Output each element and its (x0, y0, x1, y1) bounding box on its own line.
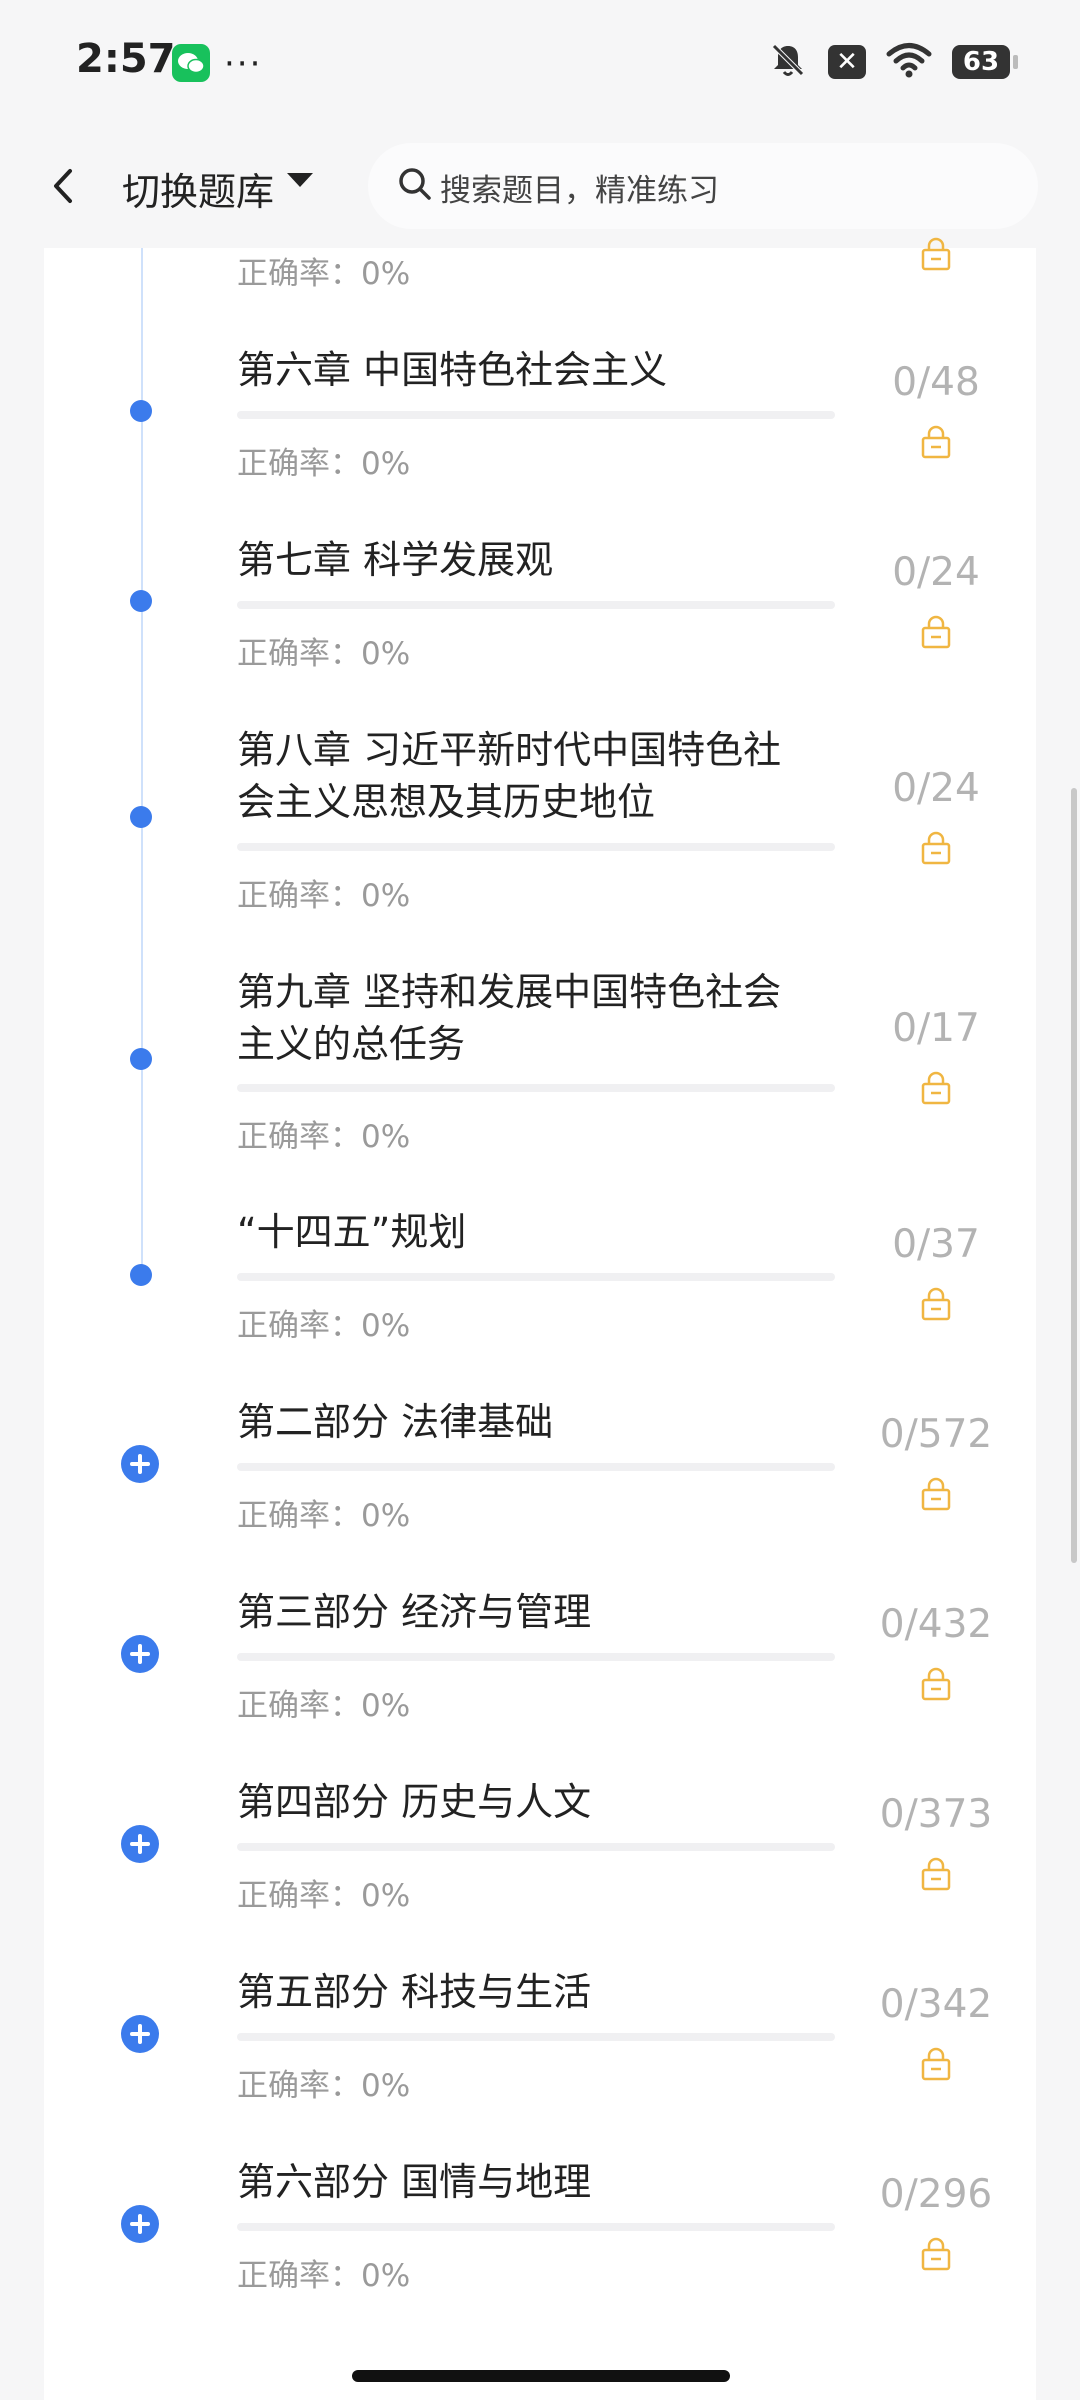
lock-icon (918, 1286, 954, 1322)
item-title: 第六部分 国情与地理 (237, 2160, 592, 2204)
accuracy-label: 正确率：0% (237, 1119, 411, 1155)
item-title: 第七章 科学发展观 (237, 538, 554, 582)
progress-count: 0/24 (892, 766, 980, 811)
progress-bar (237, 843, 835, 851)
progress-count: 0/572 (879, 1412, 993, 1457)
progress-bar (237, 2033, 835, 2041)
progress-count: 0/373 (879, 1792, 993, 1837)
accuracy-label: 正确率：0% (237, 1878, 411, 1914)
timeline-dot (130, 590, 152, 612)
search-input[interactable]: 搜索题目，精准练习 (368, 143, 1038, 229)
progress-bar (237, 1843, 835, 1851)
wechat-icon (172, 44, 210, 82)
progress-count: 0/48 (892, 360, 980, 405)
dropdown-caret-icon[interactable] (287, 173, 313, 187)
accuracy-label: 正确率：0% (237, 636, 411, 672)
lock-icon (918, 1666, 954, 1702)
lock-icon (918, 830, 954, 866)
progress-bar (237, 1273, 835, 1281)
expand-plus-icon[interactable] (121, 1825, 159, 1863)
status-bar: 2:57 ··· ✕ 63 (0, 0, 1080, 125)
progress-count: 0/37 (892, 1222, 980, 1267)
accuracy-label: 正确率：0% (237, 1688, 411, 1724)
lock-icon (918, 1476, 954, 1512)
search-icon (396, 165, 434, 207)
expand-plus-icon[interactable] (121, 2015, 159, 2053)
progress-count: 0/24 (892, 550, 980, 595)
expand-plus-icon[interactable] (121, 2205, 159, 2243)
timeline-dot (130, 1048, 152, 1070)
progress-count: 0/17 (892, 1006, 980, 1051)
accuracy-label: 正确率：0% (237, 878, 411, 914)
accuracy-label: 正确率：0% (237, 1308, 411, 1344)
item-title: 第五部分 科技与生活 (237, 1970, 592, 2014)
progress-bar (237, 411, 835, 419)
accuracy-label: 正确率：0% (237, 446, 411, 482)
battery-icon: 63 (952, 45, 1018, 79)
progress-bar (237, 1463, 835, 1471)
back-button[interactable] (44, 161, 84, 211)
lock-icon (918, 424, 954, 460)
item-title: 第八章 习近平新时代中国特色社会主义思想及其历史地位 (237, 728, 782, 824)
no-sim-icon: ✕ (828, 45, 866, 79)
progress-bar (237, 2223, 835, 2231)
accuracy-label: 正确率：0% (237, 256, 411, 292)
expand-plus-icon[interactable] (121, 1635, 159, 1673)
progress-count: 0/296 (879, 2172, 993, 2217)
lock-icon (918, 614, 954, 650)
more-notifications-icon: ··· (224, 44, 263, 84)
mute-bell-icon (768, 40, 808, 84)
wifi-icon (886, 41, 932, 83)
item-title: 第二部分 法律基础 (237, 1400, 554, 1444)
expand-plus-icon[interactable] (121, 1445, 159, 1483)
lock-icon (918, 236, 954, 272)
timeline-dot (130, 1264, 152, 1286)
accuracy-label: 正确率：0% (237, 2068, 411, 2104)
progress-bar (237, 601, 835, 609)
progress-count: 0/432 (879, 1602, 993, 1647)
lock-icon (918, 1070, 954, 1106)
progress-bar (237, 1084, 835, 1092)
item-title: 第六章 中国特色社会主义 (237, 348, 668, 392)
accuracy-label: 正确率：0% (237, 2258, 411, 2294)
switch-question-bank-button[interactable]: 切换题库 (122, 161, 274, 216)
timeline-dot (130, 400, 152, 422)
progress-bar (237, 1653, 835, 1661)
progress-count: 0/342 (879, 1982, 993, 2027)
top-bar: 切换题库 搜索题目，精准练习 (0, 125, 1080, 248)
item-title: 第三部分 经济与管理 (237, 1590, 592, 1634)
home-indicator[interactable] (352, 2370, 730, 2382)
scrollbar[interactable] (1071, 788, 1077, 1563)
search-placeholder: 搜索题目，精准练习 (440, 173, 719, 209)
item-title: 第四部分 历史与人文 (237, 1780, 592, 1824)
accuracy-label: 正确率：0% (237, 1498, 411, 1534)
lock-icon (918, 1856, 954, 1892)
item-title: “十四五”规划 (237, 1210, 467, 1254)
lock-icon (918, 2236, 954, 2272)
timeline-dot (130, 806, 152, 828)
status-time: 2:57 (76, 36, 176, 82)
lock-icon (918, 2046, 954, 2082)
item-title: 第九章 坚持和发展中国特色社会主义的总任务 (237, 970, 782, 1066)
